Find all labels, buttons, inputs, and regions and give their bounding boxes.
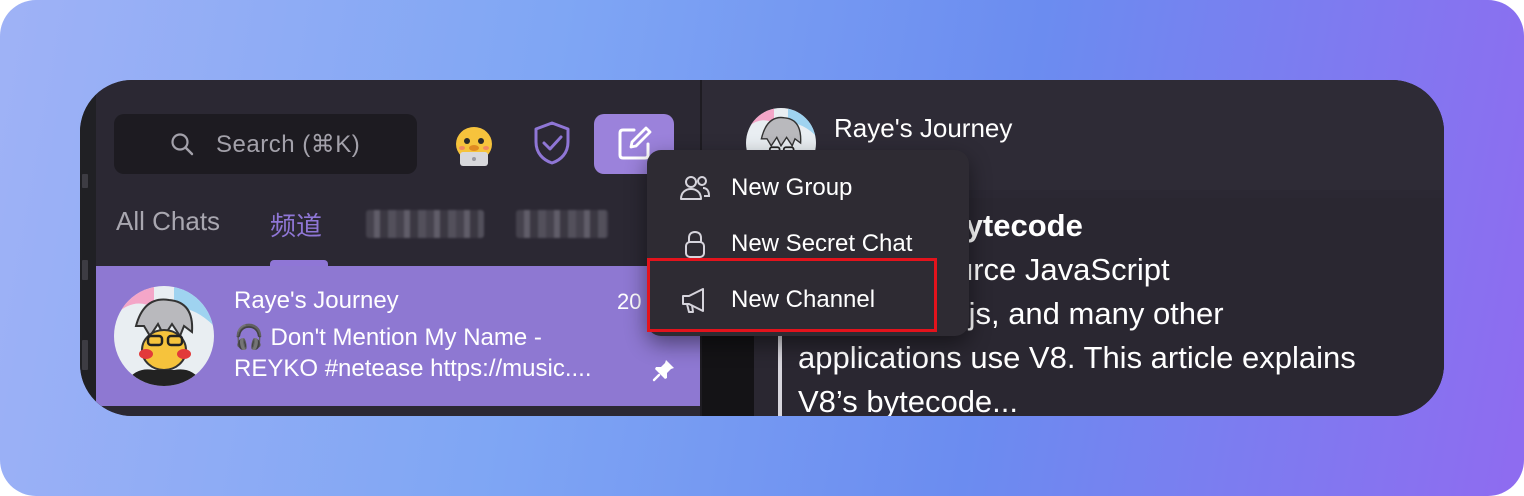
- left-edge-strip: [80, 80, 96, 416]
- tab-channels[interactable]: 频道: [270, 206, 322, 243]
- chat-name: Raye's Journey: [234, 287, 399, 314]
- tab-all-chats[interactable]: All Chats: [116, 206, 220, 237]
- shield-check-icon[interactable]: [532, 120, 572, 166]
- background: Search (⌘K) All Chats 频道 Raye's Journey …: [0, 0, 1524, 496]
- message-line: applications use V8. This article explai…: [798, 340, 1356, 375]
- sidebar: Search (⌘K) All Chats 频道 Raye's Journey …: [96, 80, 700, 416]
- lock-icon: [685, 230, 705, 258]
- menu-item-label: New Group: [731, 174, 853, 201]
- search-placeholder: Search (⌘K): [216, 130, 361, 158]
- highlight-box: [647, 258, 937, 332]
- chat-list-item[interactable]: Raye's Journey 20 🎧 Don't Mention My Nam…: [96, 266, 700, 406]
- chat-date: 20: [617, 289, 642, 314]
- header-title: Raye's Journey: [834, 113, 1013, 143]
- app-window: Search (⌘K) All Chats 频道 Raye's Journey …: [80, 80, 1444, 416]
- chat-avatar: [114, 286, 214, 386]
- folder-tabs: All Chats 频道: [96, 198, 700, 268]
- menu-item-new-group[interactable]: New Group: [647, 160, 969, 216]
- search-icon: [171, 133, 194, 156]
- menu-item-label: New Secret Chat: [731, 230, 913, 257]
- tab-blurred-1[interactable]: [366, 210, 484, 238]
- group-icon: [680, 176, 711, 200]
- chat-preview-line2: REYKO #netease https://music....: [234, 355, 592, 382]
- pin-icon: [652, 360, 674, 382]
- chat-preview-line1: 🎧 Don't Mention My Name -: [234, 324, 542, 351]
- bird-avatar-icon[interactable]: [450, 122, 498, 170]
- tab-blurred-2[interactable]: [516, 210, 608, 238]
- search-input[interactable]: Search (⌘K): [114, 114, 417, 174]
- message-line: V8’s bytecode...: [798, 384, 1019, 416]
